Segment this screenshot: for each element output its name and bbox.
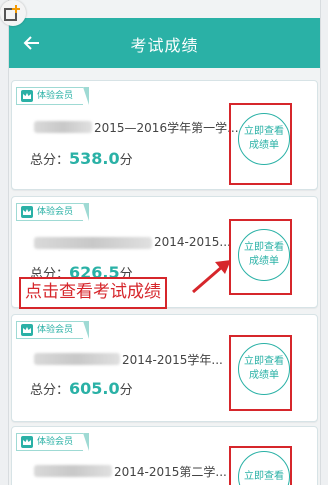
score-row: 总分：538.0分 [30, 149, 133, 168]
button-line-2: 成绩单 [249, 256, 279, 267]
button-line-1: 立即查看 [244, 356, 284, 367]
exam-name: 2014-2015学年... [122, 353, 223, 367]
member-badge: 体验会员 [16, 433, 90, 451]
exam-name: 2014-2015第二学... [114, 465, 227, 479]
view-report-button[interactable]: 立即查看 [238, 451, 290, 485]
member-badge: 体验会员 [16, 321, 90, 339]
crown-icon [21, 436, 33, 448]
button-line-2: 成绩单 [249, 370, 279, 381]
badge-label: 体验会员 [37, 207, 74, 217]
view-report-button[interactable]: 立即查看 成绩单 [238, 229, 290, 281]
badge-label: 体验会员 [37, 91, 74, 101]
crown-icon [21, 206, 33, 218]
crown-icon [21, 90, 33, 102]
exam-card[interactable]: 体验会员 2015—2016学年第一学... 总分：538.0分 立即查看 成绩… [11, 80, 318, 190]
score-unit: 分 [119, 383, 133, 398]
score-row: 总分：605.0分 [30, 379, 133, 398]
crown-icon [21, 324, 33, 336]
view-report-button[interactable]: 立即查看 成绩单 [238, 113, 290, 165]
page-title: 考试成绩 [130, 36, 199, 55]
exam-card[interactable]: 体验会员 2014-2015学年... 总分：605.0分 立即查看 成绩单 [11, 314, 318, 422]
top-bar: 考试成绩 [9, 18, 320, 68]
app-screen: 考试成绩 体验会员 2015—2016学年第一学... 总分：538.0分 立即… [8, 0, 321, 485]
exam-name: 2015—2016学年第一学... [94, 121, 239, 135]
score-unit: 分 [119, 153, 133, 168]
score-value: 538.0 [69, 149, 120, 168]
annotation-arrow-icon [192, 260, 231, 294]
badge-label: 体验会员 [37, 437, 74, 447]
score-label: 总分： [30, 383, 70, 398]
button-line-1: 立即查看 [244, 126, 284, 137]
button-line-1: 立即查看 [244, 242, 284, 253]
view-report-button[interactable]: 立即查看 成绩单 [238, 343, 290, 395]
button-line-1: 立即查看 [244, 471, 284, 482]
member-badge: 体验会员 [16, 87, 90, 105]
button-line-2: 成绩单 [249, 140, 279, 151]
exam-card[interactable]: 体验会员 2014-2015第二学... 立即查看 [11, 426, 318, 485]
blurred-school-name [34, 353, 120, 365]
score-value: 605.0 [69, 379, 120, 398]
badge-label: 体验会员 [37, 325, 74, 335]
blurred-school-name [34, 465, 112, 477]
blurred-school-name [34, 121, 92, 133]
blurred-school-name [34, 237, 152, 249]
exam-name: 2014-2015... [154, 235, 231, 249]
screen-record-icon [0, 0, 26, 26]
score-label: 总分： [30, 153, 70, 168]
annotation-callout: 点击查看考试成绩 [19, 277, 167, 309]
member-badge: 体验会员 [16, 203, 90, 221]
